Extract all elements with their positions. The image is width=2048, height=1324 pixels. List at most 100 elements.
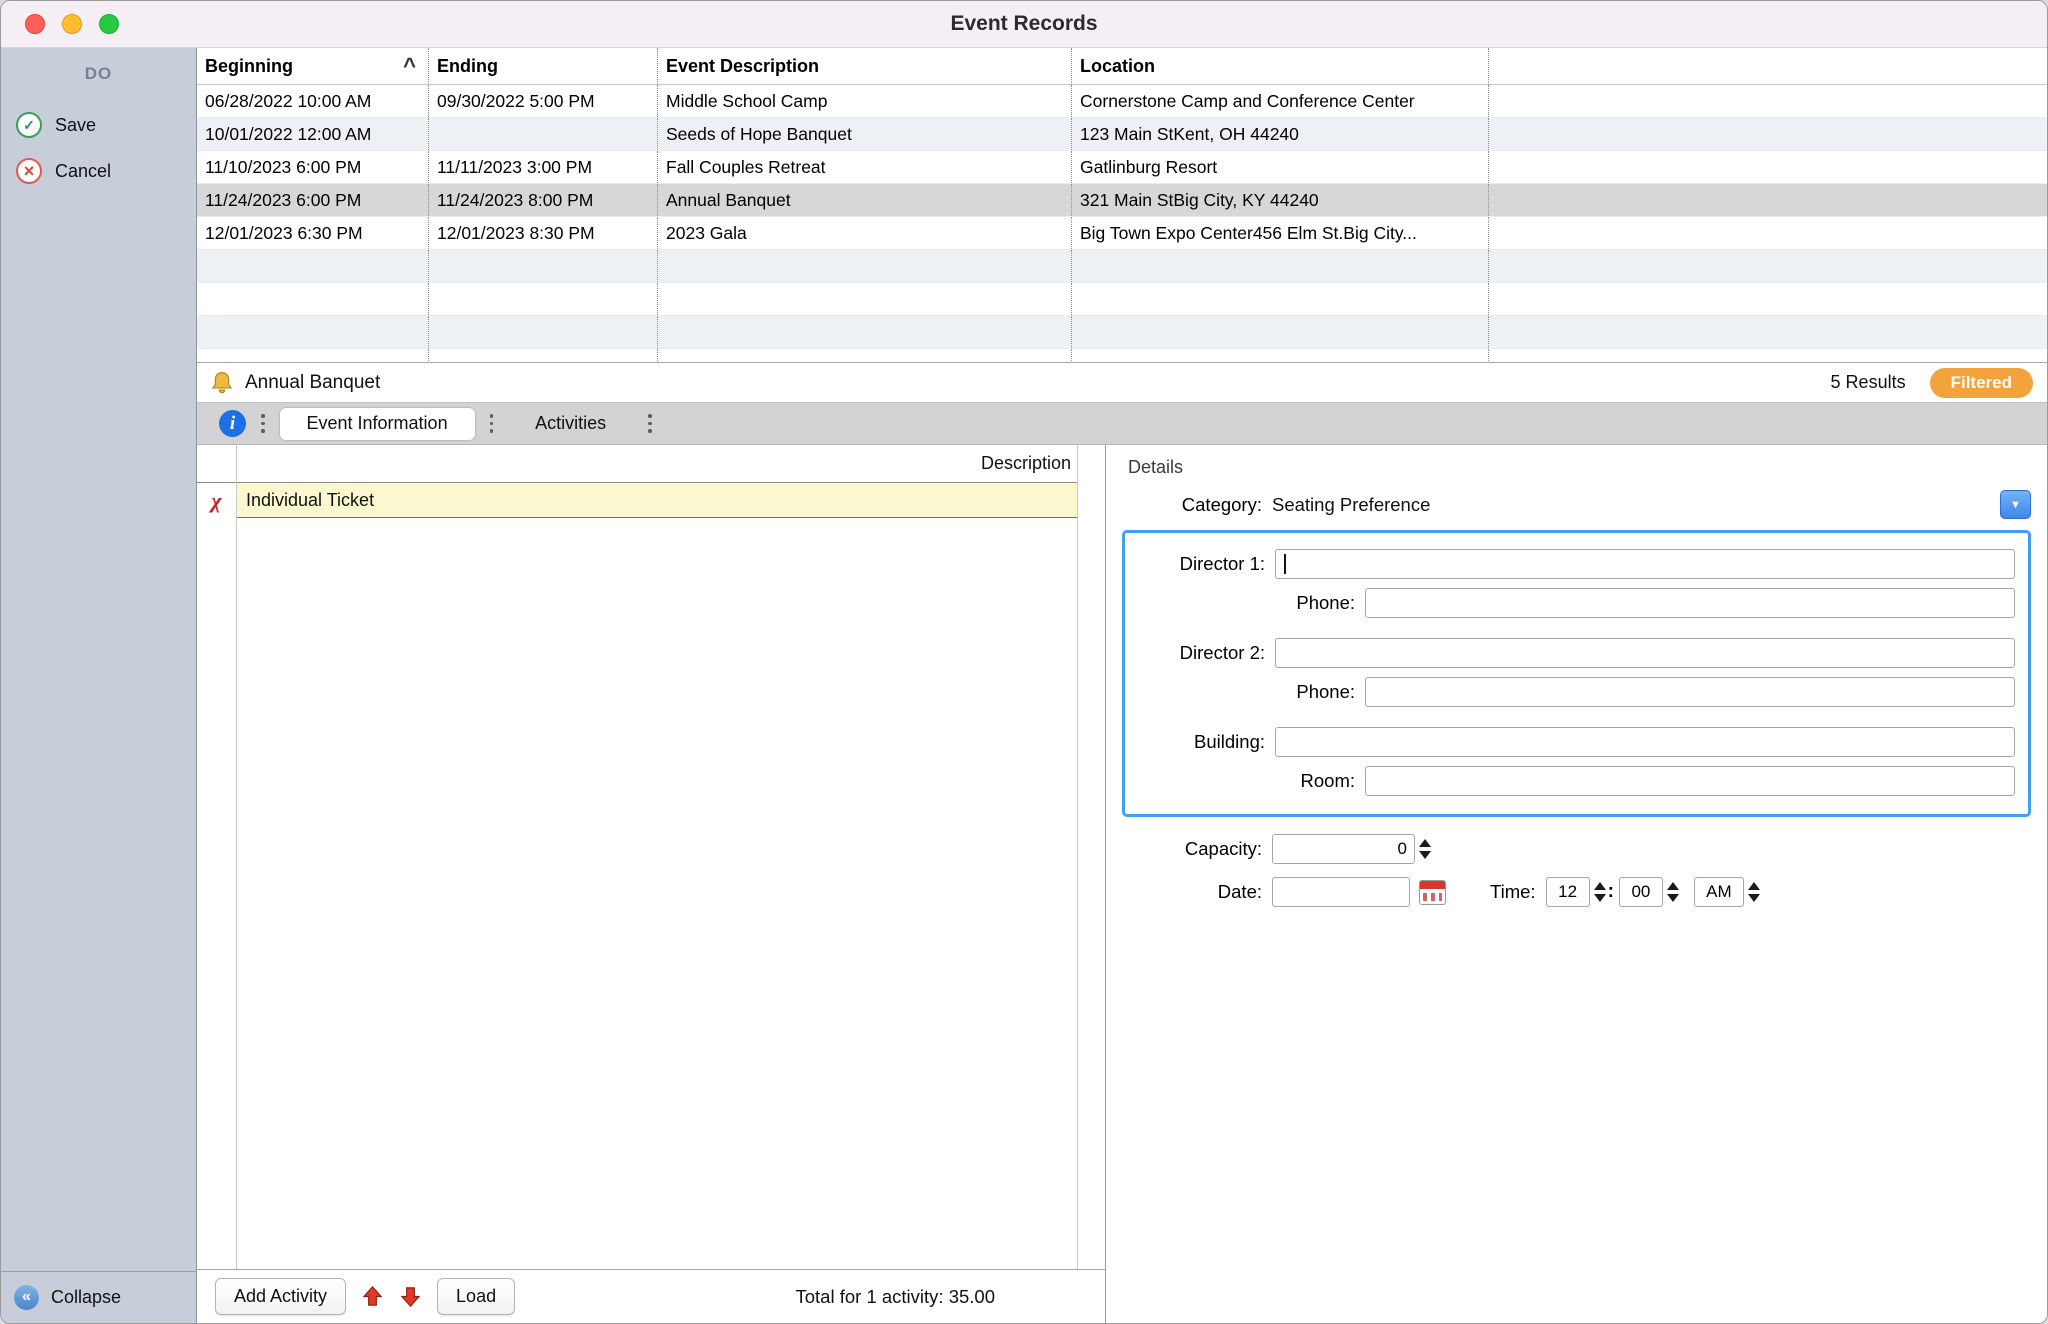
column-header-location[interactable]: Location — [1072, 48, 1489, 84]
table-row[interactable]: 11/10/2023 6:00 PM 11/11/2023 3:00 PM Fa… — [197, 151, 2047, 184]
table-row-selected[interactable]: 11/24/2023 6:00 PM 11/24/2023 8:00 PM An… — [197, 184, 2047, 217]
cell-location[interactable]: Big Town Expo Center456 Elm St.Big City.… — [1072, 217, 1489, 249]
time-minute-stepper[interactable] — [1667, 882, 1679, 902]
director1-input[interactable] — [1275, 549, 2015, 579]
time-ampm-input[interactable] — [1694, 877, 1744, 907]
time-ampm-stepper[interactable] — [1748, 882, 1760, 902]
date-input[interactable] — [1272, 877, 1410, 907]
table-row[interactable]: 12/01/2023 6:30 PM 12/01/2023 8:30 PM 20… — [197, 217, 2047, 250]
cell-empty — [1489, 184, 2047, 216]
table-row[interactable]: 10/01/2022 12:00 AM Seeds of Hope Banque… — [197, 118, 2047, 151]
director1-label: Director 1: — [1125, 553, 1275, 575]
save-label: Save — [55, 115, 96, 136]
column-header-event-description[interactable]: Event Description — [658, 48, 1072, 84]
results-count: 5 Results — [1831, 372, 1906, 393]
cell-beginning[interactable]: 12/01/2023 6:30 PM — [197, 217, 429, 249]
cell-ending[interactable] — [429, 118, 658, 150]
activities-panel: χ Description Individual Ticket Add Acti… — [197, 445, 1106, 1323]
table-empty-row — [197, 349, 2047, 363]
window-title: Event Records — [950, 12, 1097, 36]
collapse-label: Collapse — [51, 1287, 121, 1308]
info-icon[interactable]: i — [219, 410, 246, 437]
column-header-empty — [1489, 48, 2047, 84]
cell-ending[interactable]: 09/30/2022 5:00 PM — [429, 85, 658, 117]
tab-event-information[interactable]: Event Information — [280, 408, 475, 440]
cell-ending[interactable]: 11/24/2023 8:00 PM — [429, 184, 658, 216]
building-input[interactable] — [1275, 727, 2015, 757]
director2-phone-label: Phone: — [1125, 681, 1365, 703]
cell-empty — [1489, 151, 2047, 183]
delete-activity-icon[interactable]: χ — [211, 490, 221, 512]
selected-record-title: Annual Banquet — [245, 372, 380, 394]
cell-beginning[interactable]: 06/28/2022 10:00 AM — [197, 85, 429, 117]
filtered-badge[interactable]: Filtered — [1930, 368, 2033, 398]
bell-icon — [209, 370, 235, 396]
category-dropdown-button[interactable]: ▼ — [2000, 490, 2031, 519]
sidebar: DO ✓ Save × Cancel « Collapse — [1, 48, 197, 1323]
cell-empty — [1489, 85, 2047, 117]
cell-location[interactable]: Cornerstone Camp and Conference Center — [1072, 85, 1489, 117]
cell-location[interactable]: 321 Main StBig City, KY 44240 — [1072, 184, 1489, 216]
close-window-icon[interactable] — [25, 14, 45, 34]
add-activity-button[interactable]: Add Activity — [215, 1278, 346, 1315]
zoom-window-icon[interactable] — [99, 14, 119, 34]
room-label: Room: — [1125, 770, 1365, 792]
cell-empty — [1489, 217, 2047, 249]
move-down-icon[interactable] — [399, 1285, 422, 1308]
tab-activities[interactable]: Activities — [508, 408, 633, 440]
capacity-stepper[interactable] — [1419, 839, 1431, 859]
cell-ending[interactable]: 11/11/2023 3:00 PM — [429, 151, 658, 183]
titlebar: Event Records — [1, 1, 2047, 48]
director1-phone-input[interactable] — [1365, 588, 2015, 618]
capacity-input[interactable] — [1272, 834, 1415, 864]
collapse-chevrons-icon: « — [14, 1285, 39, 1310]
column-header-label: Beginning — [205, 56, 293, 77]
director2-input[interactable] — [1275, 638, 2015, 668]
cell-description[interactable]: Fall Couples Retreat — [658, 151, 1072, 183]
activity-row-gutter: χ — [197, 445, 237, 1269]
save-button[interactable]: ✓ Save — [1, 106, 196, 144]
category-label: Category: — [1122, 494, 1272, 516]
cell-location[interactable]: 123 Main StKent, OH 44240 — [1072, 118, 1489, 150]
load-button[interactable]: Load — [437, 1278, 515, 1315]
room-input[interactable] — [1365, 766, 2015, 796]
details-panel: Details Category: Seating Preference ▼ D… — [1106, 445, 2047, 1323]
cell-empty — [1489, 118, 2047, 150]
director1-phone-label: Phone: — [1125, 592, 1365, 614]
cell-beginning[interactable]: 11/24/2023 6:00 PM — [197, 184, 429, 216]
collapse-button[interactable]: « Collapse — [1, 1271, 196, 1323]
time-minute-input[interactable] — [1619, 877, 1663, 907]
drag-handle-icon[interactable] — [261, 414, 265, 433]
activities-total: Total for 1 activity: 35.00 — [796, 1286, 996, 1308]
table-row[interactable]: 06/28/2022 10:00 AM 09/30/2022 5:00 PM M… — [197, 85, 2047, 118]
cell-beginning[interactable]: 10/01/2022 12:00 AM — [197, 118, 429, 150]
drag-handle-icon[interactable] — [648, 414, 652, 433]
table-empty-row — [197, 250, 2047, 283]
cell-location[interactable]: Gatlinburg Resort — [1072, 151, 1489, 183]
calendar-icon[interactable] — [1419, 880, 1446, 905]
cell-description[interactable]: Seeds of Hope Banquet — [658, 118, 1072, 150]
cell-description[interactable]: 2023 Gala — [658, 217, 1072, 249]
sort-ascending-icon[interactable]: ^ — [403, 57, 420, 75]
cell-description[interactable]: Middle School Camp — [658, 85, 1072, 117]
column-header-beginning[interactable]: Beginning ^ — [197, 48, 429, 84]
time-hour-stepper[interactable] — [1594, 882, 1606, 902]
activity-list-item[interactable]: Individual Ticket — [237, 483, 1077, 518]
column-header-ending[interactable]: Ending — [429, 48, 658, 84]
drag-handle-icon[interactable] — [490, 414, 494, 433]
category-value: Seating Preference — [1272, 494, 1430, 516]
minimize-window-icon[interactable] — [62, 14, 82, 34]
cell-description[interactable]: Annual Banquet — [658, 184, 1072, 216]
time-label: Time: — [1490, 881, 1546, 903]
save-check-icon: ✓ — [16, 112, 42, 138]
details-title: Details — [1128, 457, 2033, 478]
director2-phone-input[interactable] — [1365, 677, 2015, 707]
time-hour-input[interactable] — [1546, 877, 1590, 907]
cancel-button[interactable]: × Cancel — [1, 152, 196, 190]
move-up-icon[interactable] — [361, 1285, 384, 1308]
cell-ending[interactable]: 12/01/2023 8:30 PM — [429, 217, 658, 249]
table-header-row: Beginning ^ Ending Event Description Loc… — [197, 48, 2047, 85]
cell-beginning[interactable]: 11/10/2023 6:00 PM — [197, 151, 429, 183]
event-records-window: Event Records DO ✓ Save × Cancel « Colla… — [0, 0, 2048, 1324]
activities-list: Description Individual Ticket — [237, 445, 1078, 1269]
